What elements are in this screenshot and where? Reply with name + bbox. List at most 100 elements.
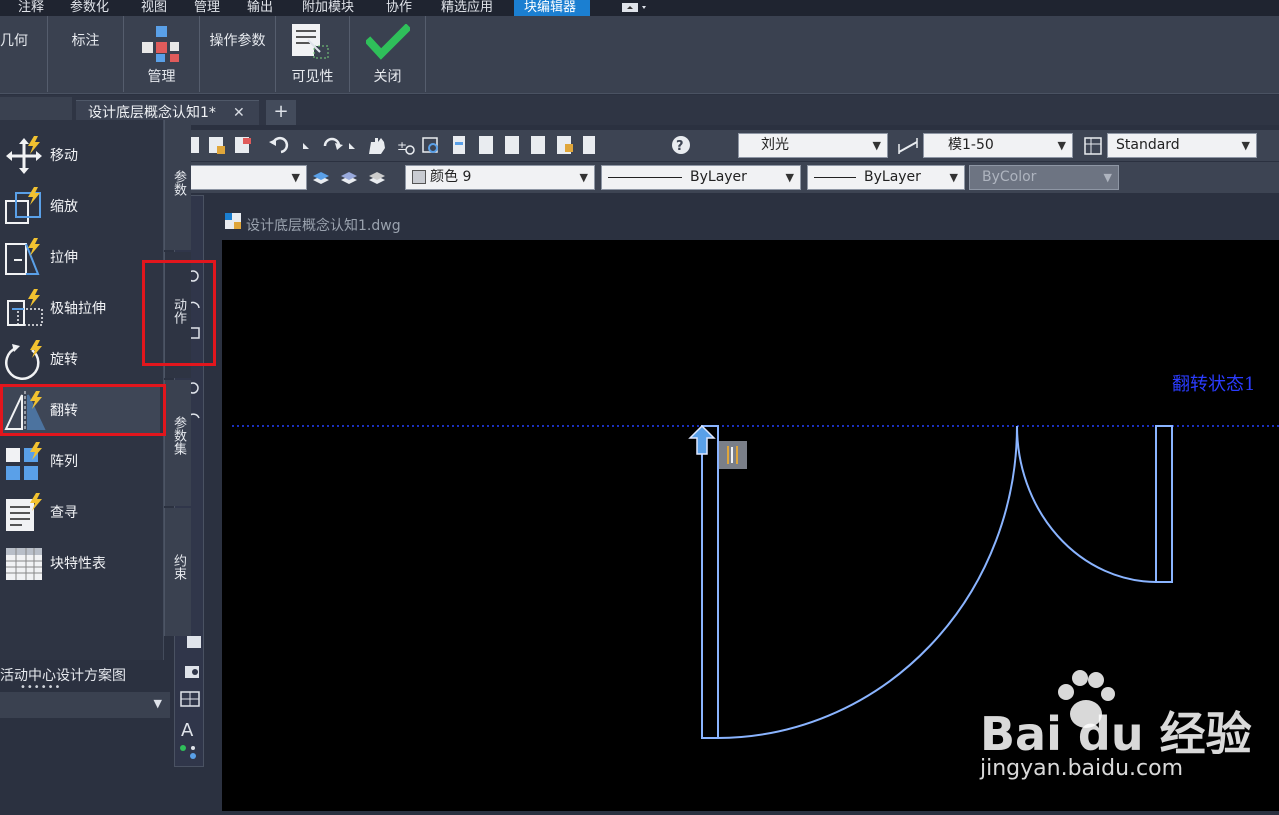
polar-stretch-icon [7,289,43,326]
palette-item-move[interactable]: 移动 [0,130,160,180]
palette-item-label: 块特性表 [50,556,106,572]
plotstyle-select: ByColor ▼ [969,165,1119,190]
lineweight-preview [814,177,856,178]
close-block-editor-button[interactable]: 关闭 [350,16,426,92]
checkmark-icon [366,24,410,60]
tab-constraints[interactable]: 约束 [164,508,191,636]
close-label: 关闭 [373,69,402,85]
svg-text:A: A [181,720,194,741]
dimension-label: 标注 [71,33,100,49]
move-icon [6,136,42,174]
text-style-select[interactable]: 刘光 ▼ [738,133,888,158]
menu-featured-apps[interactable]: 精选应用 [437,0,497,16]
ribbon-toggle-icon[interactable] [620,2,648,14]
manage-label: 管理 [147,69,176,85]
table-style-select[interactable]: Standard ▼ [1107,133,1257,158]
palette-item-rotate[interactable]: 旋转 [0,334,160,384]
visibility-icon [292,24,329,59]
text-style-value: 刘光 [761,137,789,153]
block-table-icon [6,548,42,580]
menu-collaborate[interactable]: 协作 [382,0,416,16]
svg-text:?: ? [676,139,684,154]
geometry-panel[interactable]: 几何 [0,16,48,92]
dimension-panel[interactable]: 标注 [48,16,124,92]
ribbon: 几何 标注 管理 操作参数 可见性 关闭 [0,16,1279,94]
palette-item-label: 查寻 [50,505,78,521]
array-icon [6,442,42,480]
palette-item-label: 阵列 [50,454,78,470]
color-select[interactable]: 颜色 9 ▼ [405,165,595,190]
add-tab-icon[interactable]: + [266,100,296,125]
palette-item-array[interactable]: 阵列 [0,436,160,486]
visibility-label: 可见性 [291,69,334,85]
manage-icon [142,26,179,62]
lookup-icon [6,493,42,531]
baidu-watermark: Bai du 经验 jingyan.baidu.com [980,668,1279,811]
palette-item-block-table[interactable]: 块特性表 [0,538,160,588]
palette-item-label: 拉伸 [50,250,78,266]
chevron-down-icon: ▼ [291,171,300,184]
palette-item-label: 移动 [50,148,78,164]
chevron-down-icon: ▼ [579,171,588,184]
geometry-label: 几何 [0,33,28,49]
chevron-down-icon: ▼ [949,171,958,184]
manage-button[interactable]: 管理 [124,16,200,92]
menu-addins[interactable]: 附加模块 [298,0,358,16]
toolbar-row-1: ± ? A 刘光 ▼ 模1-50 ▼ Standard ▼ [185,130,1279,161]
chevron-down-icon: ▼ [1057,139,1066,152]
palette-item-label: 缩放 [50,199,78,215]
scale-icon [5,187,41,224]
flip-grip-icon[interactable] [688,424,716,455]
watermark-brand: Bai du 经验 [980,707,1252,761]
palette-item-label: 极轴拉伸 [50,301,106,317]
drawing-title: 设计底层概念认知1.dwg [246,218,401,234]
action-params-label: 操作参数 [209,33,266,49]
palette-item-lookup[interactable]: 查寻 [0,487,160,537]
stretch-icon [5,238,40,275]
tab-constraints-label: 约束 [171,554,186,580]
close-tab-icon[interactable]: ✕ [233,101,245,125]
project-dropdown[interactable]: ▼ [0,692,170,718]
document-tab-label: 设计底层概念认知1* [88,105,216,121]
dim-style-icon [898,138,918,154]
palette-item-polar-stretch[interactable]: 极轴拉伸 [0,283,160,333]
table-style-icon [1084,137,1102,155]
action-params-panel[interactable]: 操作参数 [200,16,276,92]
layer-select[interactable]: ▼ [185,165,307,190]
dim-style-select[interactable]: 模1-50 ▼ [923,133,1073,158]
menu-output[interactable]: 输出 [243,0,277,16]
rotate-icon [5,340,42,380]
toolbar-row-2: ▼ 颜色 9 ▼ ByLayer ▼ ByLayer ▼ ByColor ▼ [185,162,1279,193]
menu-parametric[interactable]: 参数化 [66,0,113,16]
menu-annotate[interactable]: 注释 [14,0,48,16]
highlight-actions-tab [142,260,216,366]
chevron-down-icon: ▼ [785,171,794,184]
linetype-preview [608,177,682,178]
menu-block-editor[interactable]: 块编辑器 [514,0,591,16]
chevron-down-icon: ▼ [1103,171,1112,184]
plotstyle-value: ByColor [982,169,1037,185]
lineweight-select[interactable]: ByLayer ▼ [807,165,965,190]
palette-item-label: 旋转 [50,352,78,368]
tab-parameters-label: 参数 [171,170,186,196]
menu-bar: 注释 参数化 视图 管理 输出 附加模块 协作 精选应用 块编辑器 [0,0,1279,16]
layer-tool-icons [313,172,385,184]
flip-state-label: 翻转状态1 [1172,374,1256,395]
palette-item-stretch[interactable]: 拉伸 [0,232,160,282]
visibility-button[interactable]: 可见性 [276,16,350,92]
linetype-select[interactable]: ByLayer ▼ [601,165,801,190]
menu-manage[interactable]: 管理 [190,0,224,16]
highlight-flip-item [0,384,166,436]
tab-parameter-sets[interactable]: 参数集 [164,380,191,506]
chevron-down-icon: ▼ [153,697,162,710]
dwg-file-icon [225,213,241,229]
chevron-down-icon: ▼ [1241,139,1250,152]
watermark-url: jingyan.baidu.com [980,756,1184,781]
project-panel: 活动中心设计方案图 •••••• ▼ [0,660,172,720]
menu-view[interactable]: 视图 [137,0,171,16]
tab-parameters[interactable]: 参数 [164,120,191,250]
tab-parameter-sets-label: 参数集 [171,416,186,455]
toolbar-icons-1: ± ? A [187,136,690,155]
color-swatch [412,170,426,184]
palette-item-scale[interactable]: 缩放 [0,181,160,231]
